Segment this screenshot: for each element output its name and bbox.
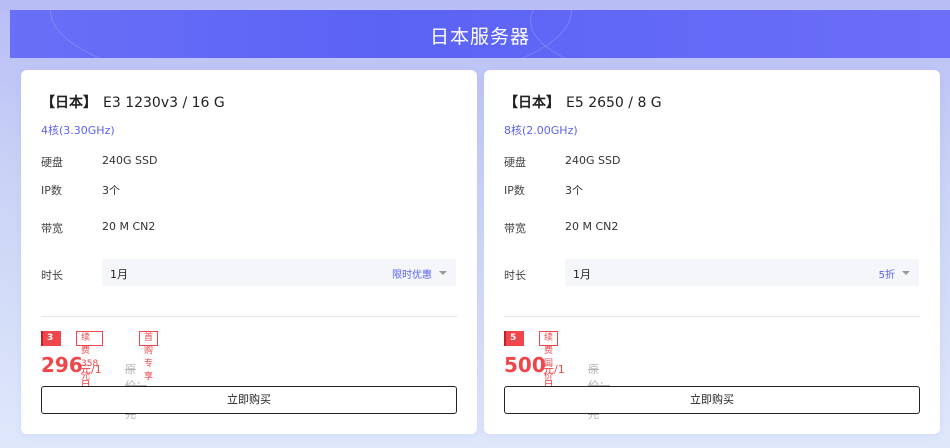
duration-label: 时长	[41, 269, 63, 282]
duration-value: 1月	[110, 268, 128, 281]
duration-select[interactable]: 1月 5折	[565, 259, 919, 286]
price-value: 296	[41, 353, 83, 377]
duration-value: 1月	[573, 268, 591, 281]
server-title: 【日本】 E5 2650 / 8 G	[504, 92, 662, 112]
ip-count-label: IP数	[504, 184, 525, 197]
ip-count-value: 3个	[565, 184, 583, 197]
page-banner: 日本服务器	[10, 10, 950, 58]
renewal-tag: 续费同价	[539, 331, 559, 382]
cpu-cores: 8核(2.00GHz)	[504, 124, 578, 137]
page-title: 日本服务器	[429, 26, 530, 48]
disk-label: 硬盘	[504, 156, 526, 169]
first-purchase-tag: 首购专享	[139, 331, 159, 382]
duration-promo: 5折	[878, 270, 895, 281]
server-card-e5-2650: 【日本】 E5 2650 / 8 G 8核(2.00GHz) 硬盘 240G SS…	[484, 70, 940, 434]
discount-badge: 3 折	[41, 331, 61, 358]
disk-label: 硬盘	[41, 156, 63, 169]
server-title: 【日本】 E3 1230v3 / 16 G	[41, 92, 225, 112]
server-model: E5 2650 / 8 G	[566, 95, 662, 111]
price-value: 500	[504, 353, 546, 377]
divider	[41, 316, 457, 317]
server-card-e3-1230v3: 【日本】 E3 1230v3 / 16 G 4核(3.30GHz) 硬盘 240G…	[21, 70, 477, 434]
region-tag: 【日本】	[504, 95, 560, 111]
bandwidth-value: 20 M CN2	[102, 220, 156, 233]
bandwidth-label: 带宽	[41, 222, 63, 235]
chevron-down-icon	[902, 271, 910, 275]
duration-label: 时长	[504, 269, 526, 282]
chevron-down-icon	[439, 271, 447, 275]
ip-count-label: IP数	[41, 184, 62, 197]
disk-value: 240G SSD	[102, 154, 158, 167]
duration-select[interactable]: 1月 限时优惠	[102, 259, 456, 286]
ip-count-value: 3个	[102, 184, 120, 197]
discount-badge: 5 折	[504, 331, 524, 358]
buy-button[interactable]: 立即购买	[504, 386, 920, 414]
cpu-cores: 4核(3.30GHz)	[41, 124, 115, 137]
server-model: E3 1230v3 / 16 G	[103, 95, 225, 111]
divider	[504, 316, 920, 317]
bandwidth-value: 20 M CN2	[565, 220, 619, 233]
buy-button[interactable]: 立即购买	[41, 386, 457, 414]
disk-value: 240G SSD	[565, 154, 621, 167]
region-tag: 【日本】	[41, 95, 97, 111]
bandwidth-label: 带宽	[504, 222, 526, 235]
duration-promo: 限时优惠	[392, 270, 432, 281]
renewal-tag: 续费358元	[76, 331, 104, 382]
